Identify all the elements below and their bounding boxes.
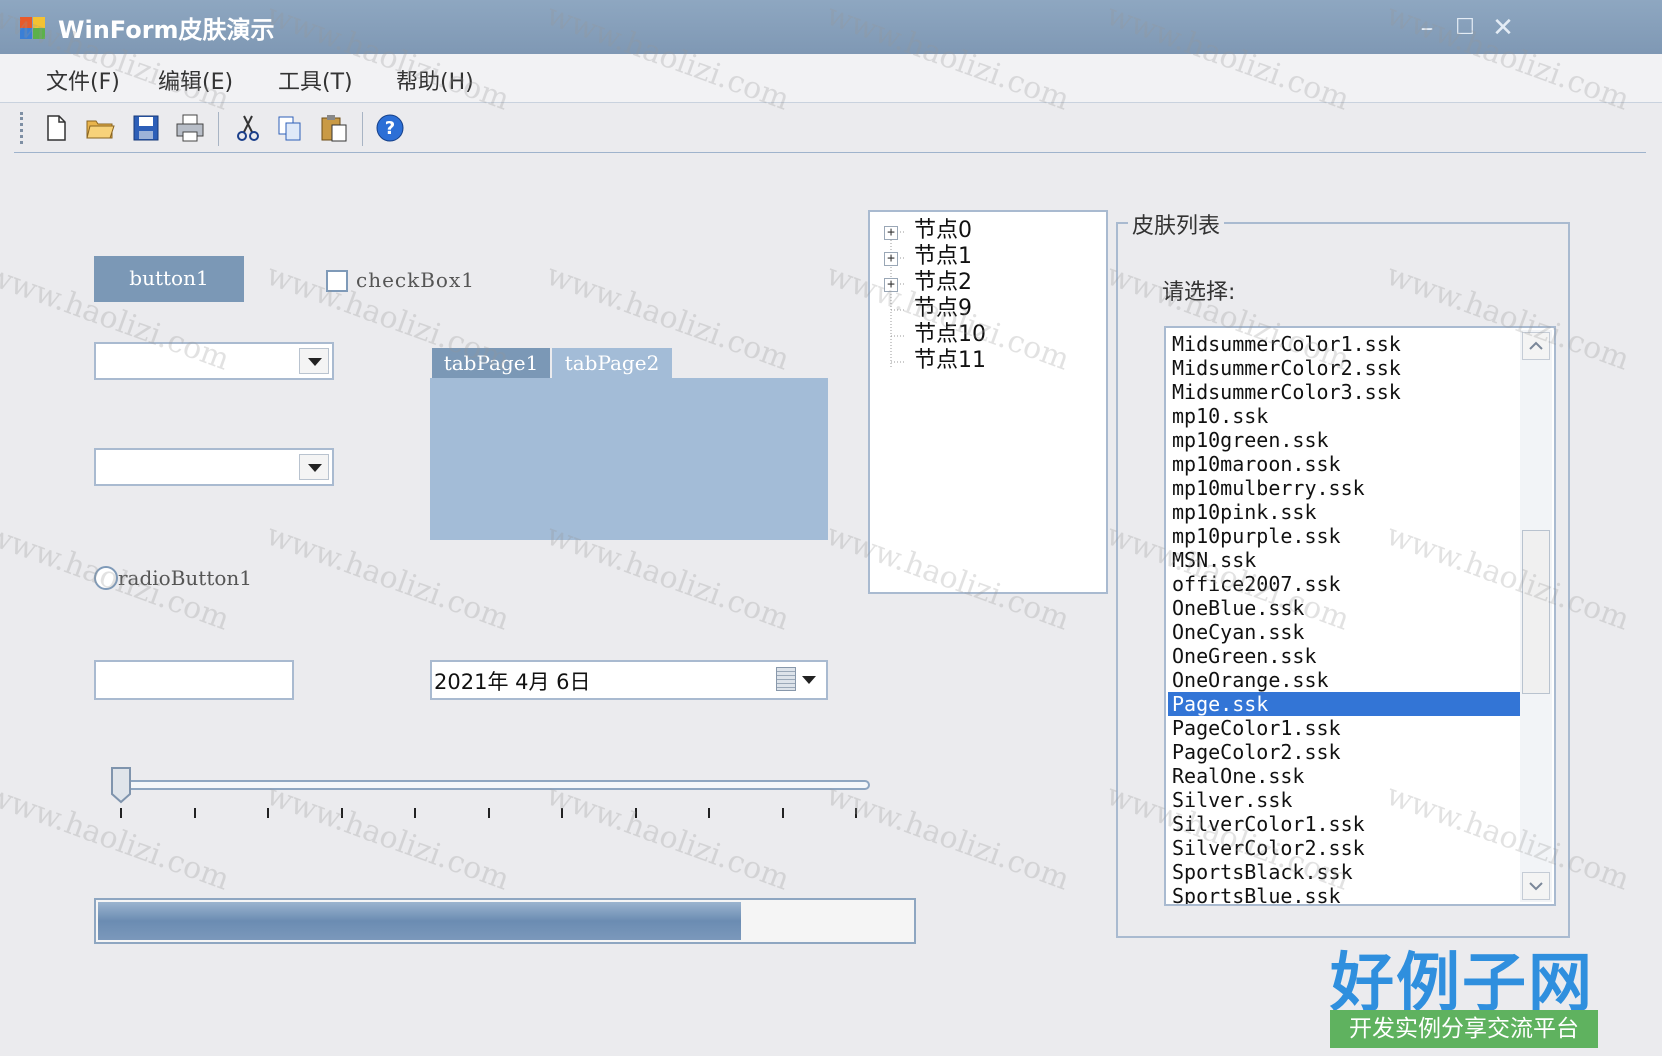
date-value[interactable]: 2021年 4月 6日 [434, 666, 591, 696]
calendar-icon[interactable] [776, 667, 796, 691]
tree-expand-icon[interactable]: + [884, 226, 898, 240]
svg-text:?: ? [385, 118, 395, 139]
save-icon[interactable] [130, 112, 162, 144]
skin-list-item[interactable]: MidsummerColor3.ssk [1168, 380, 1522, 404]
skin-group-title: 皮肤列表 [1128, 208, 1225, 240]
open-folder-icon[interactable] [84, 112, 116, 144]
progress-fill [98, 902, 742, 940]
tree-node[interactable]: 节点0 [914, 218, 972, 244]
button1[interactable]: button1 [94, 256, 244, 302]
new-file-icon[interactable] [40, 112, 72, 144]
skin-list-item[interactable]: mp10maroon.ssk [1168, 452, 1522, 476]
trackbar-tick [120, 808, 122, 818]
toolbar-separator [362, 112, 363, 146]
skin-list-item[interactable]: mp10.ssk [1168, 404, 1522, 428]
skin-list-item[interactable]: mp10mulberry.ssk [1168, 476, 1522, 500]
menu-bar [0, 54, 1662, 103]
combobox2[interactable] [94, 448, 334, 486]
tree-node[interactable]: 节点1 [914, 244, 972, 270]
tab-page2[interactable]: tabPage2 [552, 348, 672, 378]
skin-list-item[interactable]: mp10pink.ssk [1168, 500, 1522, 524]
tab-content [430, 378, 828, 540]
skin-list-item[interactable]: PageColor1.ssk [1168, 716, 1522, 740]
skin-list-item[interactable]: Page.ssk [1168, 692, 1522, 716]
help-icon[interactable]: ? [374, 112, 406, 144]
menu-tools[interactable]: 工具(T) [278, 64, 353, 96]
textbox1[interactable] [94, 660, 294, 700]
tree-node[interactable]: 节点11 [914, 348, 986, 374]
trackbar-tick [414, 808, 416, 818]
trackbar-tick [781, 808, 784, 818]
scrollbar-thumb[interactable] [1522, 530, 1550, 694]
skin-list-item[interactable]: OneGreen.ssk [1168, 644, 1522, 668]
chevron-down-icon[interactable] [299, 348, 329, 374]
print-icon[interactable] [174, 112, 206, 144]
trackbar-track[interactable] [112, 780, 870, 790]
skin-list-item[interactable]: PageColor2.ssk [1168, 740, 1522, 764]
logo-subtitle: 开发实例分享交流平台 [1330, 1010, 1598, 1048]
chevron-down-icon[interactable] [796, 665, 824, 695]
tree-expand-icon[interactable]: + [884, 252, 898, 266]
skin-list-item[interactable]: mp10green.ssk [1168, 428, 1522, 452]
trackbar-thumb[interactable] [110, 766, 132, 804]
trackbar-tick [708, 808, 710, 818]
progress-bar [94, 898, 916, 944]
trackbar-tick [487, 808, 490, 818]
skin-list-item[interactable]: OneOrange.ssk [1168, 668, 1522, 692]
trackbar-tick [193, 808, 196, 818]
scroll-down-icon[interactable] [1522, 872, 1550, 900]
toolbar-grip[interactable] [20, 112, 27, 144]
checkbox1-label[interactable]: checkBox1 [356, 268, 475, 292]
scrollbar[interactable] [1520, 330, 1552, 902]
chevron-down-icon[interactable] [299, 454, 329, 480]
cut-icon[interactable] [232, 112, 264, 144]
toolbar-separator [218, 112, 219, 146]
copy-icon[interactable] [274, 112, 306, 144]
paste-icon[interactable] [318, 112, 350, 144]
skin-list-item[interactable]: RealOne.ssk [1168, 764, 1522, 788]
